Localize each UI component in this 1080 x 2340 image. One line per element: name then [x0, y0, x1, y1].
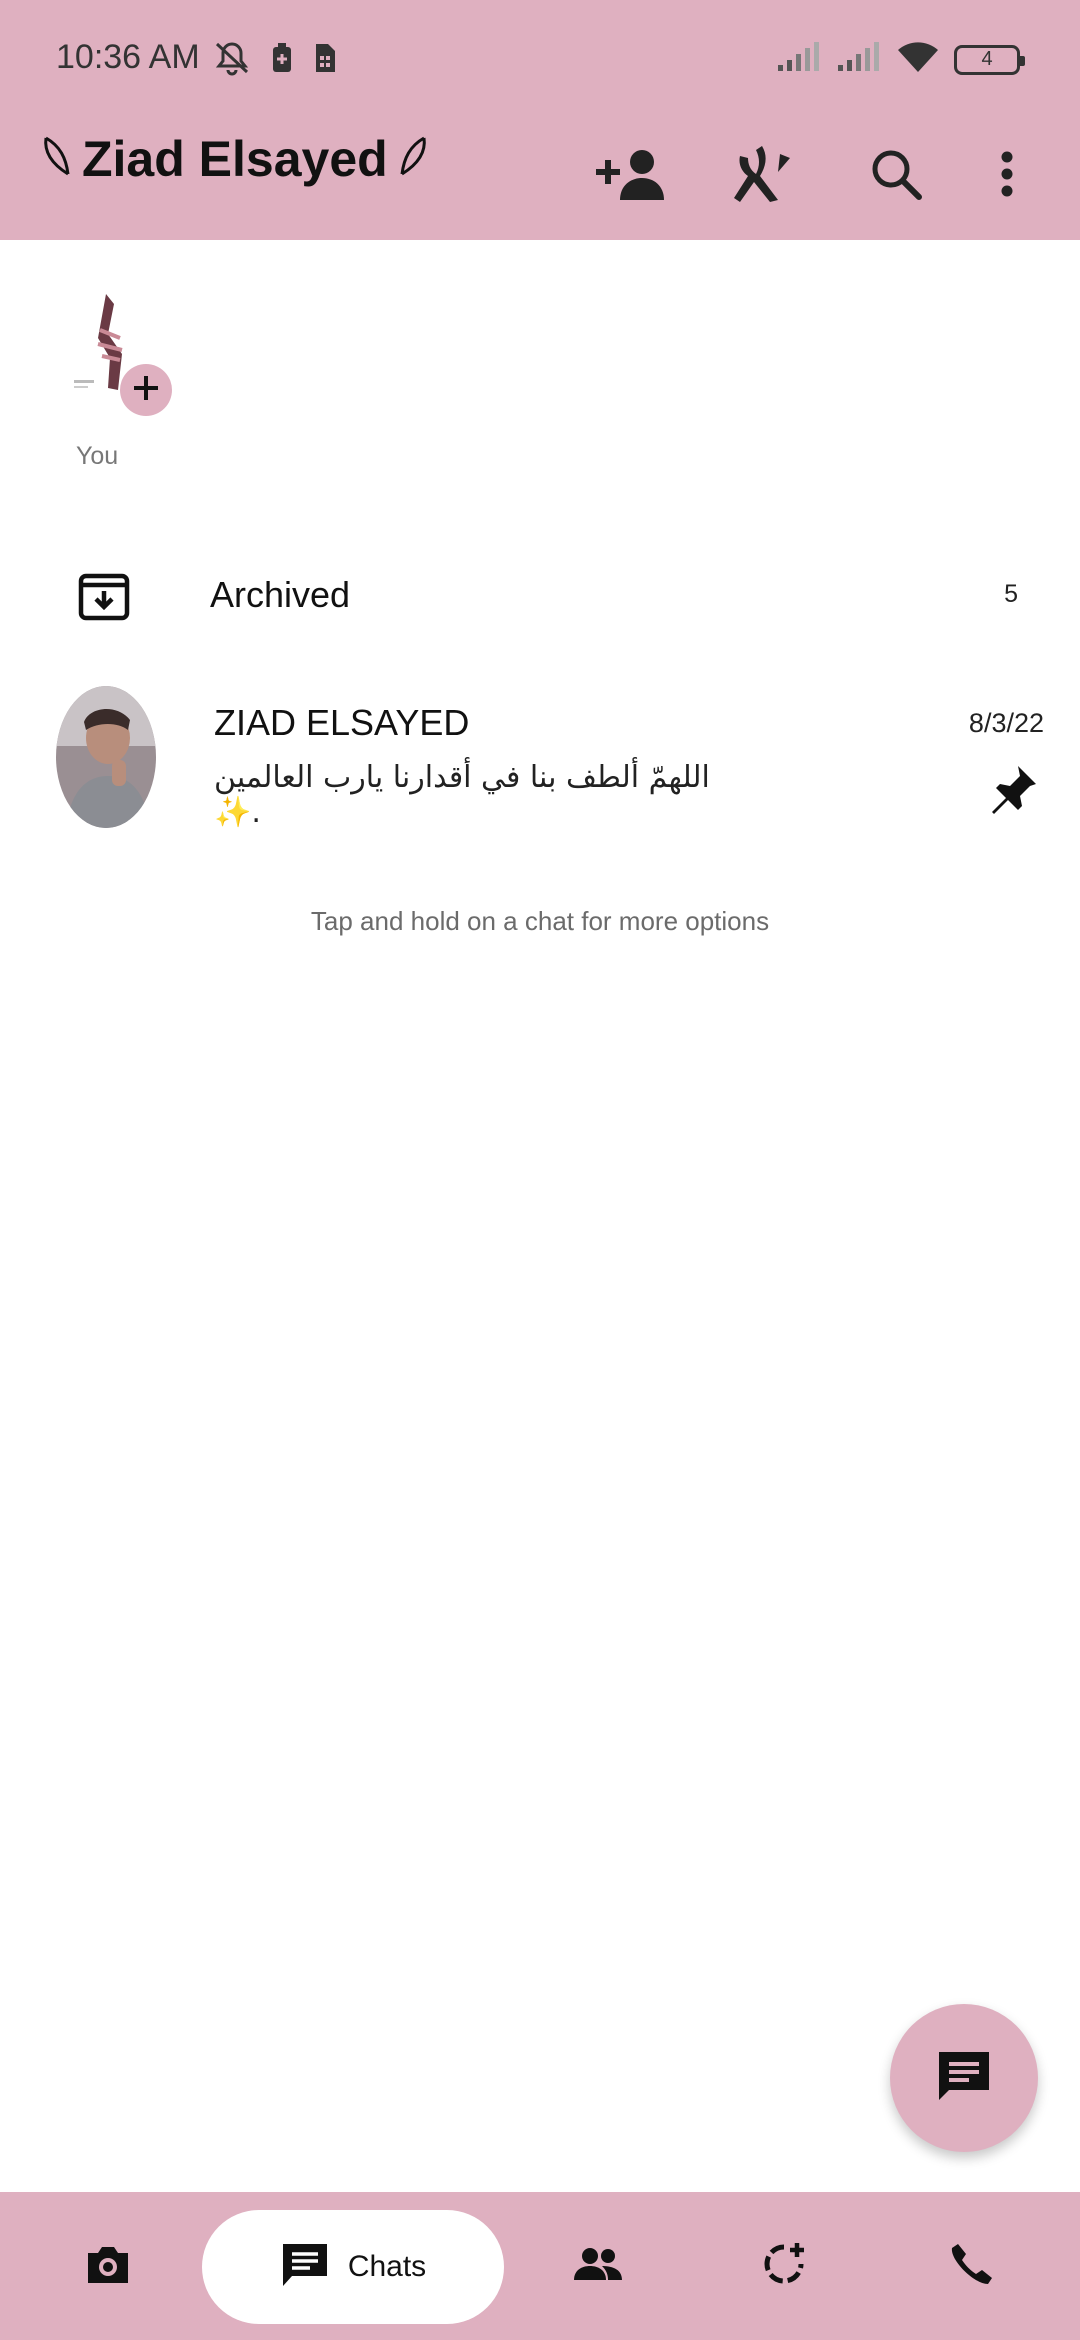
sim-card-icon — [312, 42, 338, 79]
my-status[interactable]: You — [56, 280, 256, 480]
toolbar — [566, 128, 1052, 224]
mute-notifications-icon — [212, 40, 252, 81]
nav-updates[interactable] — [734, 2192, 834, 2340]
broadcast-button[interactable] — [698, 128, 830, 224]
more-options-icon — [1000, 150, 1014, 203]
nav-chats-label: Chats — [347, 2250, 427, 2283]
nav-calls[interactable] — [920, 2192, 1020, 2340]
hint-text: Tap and hold on a chat for more options — [310, 906, 770, 936]
archive-icon — [78, 570, 130, 622]
status-label: You — [76, 442, 119, 470]
bottom-nav: Chats — [0, 2192, 1080, 2340]
nav-communities[interactable] — [548, 2192, 648, 2340]
camera-icon — [84, 2243, 132, 2290]
plus-icon — [131, 373, 161, 408]
signal-icon — [836, 41, 882, 78]
avatar — [56, 686, 156, 828]
add-contact-button[interactable] — [566, 128, 698, 224]
new-chat-button[interactable] — [890, 2004, 1038, 2152]
add-contact-icon — [594, 146, 670, 207]
chat-list-item[interactable]: ZIAD ELSAYED 8/3/22 اللهمّ ألطف بنا في أ… — [0, 680, 1080, 840]
archived-count: 5 — [1004, 580, 1018, 608]
more-options-button[interactable] — [962, 128, 1052, 224]
status-bar: 10:36 AM 4 — [0, 0, 1080, 120]
status-right-icons: 4 — [776, 40, 1025, 79]
archived-label: Archived — [210, 574, 351, 615]
app-bar: Ziad Elsayed — [0, 120, 1080, 240]
page-title: Ziad Elsayed — [82, 131, 388, 187]
phone-icon — [948, 2242, 992, 2291]
feather-left-icon — [40, 134, 72, 185]
nav-chats[interactable]: Chats — [202, 2210, 504, 2324]
search-button[interactable] — [830, 128, 962, 224]
battery-icon: 4 — [954, 44, 1025, 75]
updates-icon — [761, 2241, 807, 2292]
app-title: Ziad Elsayed — [40, 130, 430, 188]
search-icon — [869, 147, 923, 206]
wifi-icon — [896, 40, 940, 79]
chats-icon — [280, 2241, 330, 2294]
header: 10:36 AM 4 Ziad Elsayed — [0, 0, 1080, 240]
chat-date: 8/3/22 — [968, 708, 1044, 738]
chat-name: ZIAD ELSAYED — [214, 702, 470, 743]
status-left-icons — [212, 40, 338, 81]
broadcast-icon — [732, 142, 796, 211]
message-icon — [935, 2048, 993, 2109]
status-time: 10:36 AM — [56, 38, 200, 76]
add-status-button[interactable] — [120, 364, 172, 416]
signal-icon — [776, 41, 822, 78]
pin-icon — [988, 762, 1040, 814]
nav-camera[interactable] — [58, 2192, 158, 2340]
community-icon — [572, 2246, 624, 2287]
feather-right-icon — [398, 134, 430, 185]
battery-saver-icon — [270, 42, 294, 79]
archived-row[interactable]: Archived 5 — [0, 540, 1080, 650]
chat-preview: اللهمّ ألطف بنا في أقدارنا يارب العالمين… — [214, 760, 710, 830]
